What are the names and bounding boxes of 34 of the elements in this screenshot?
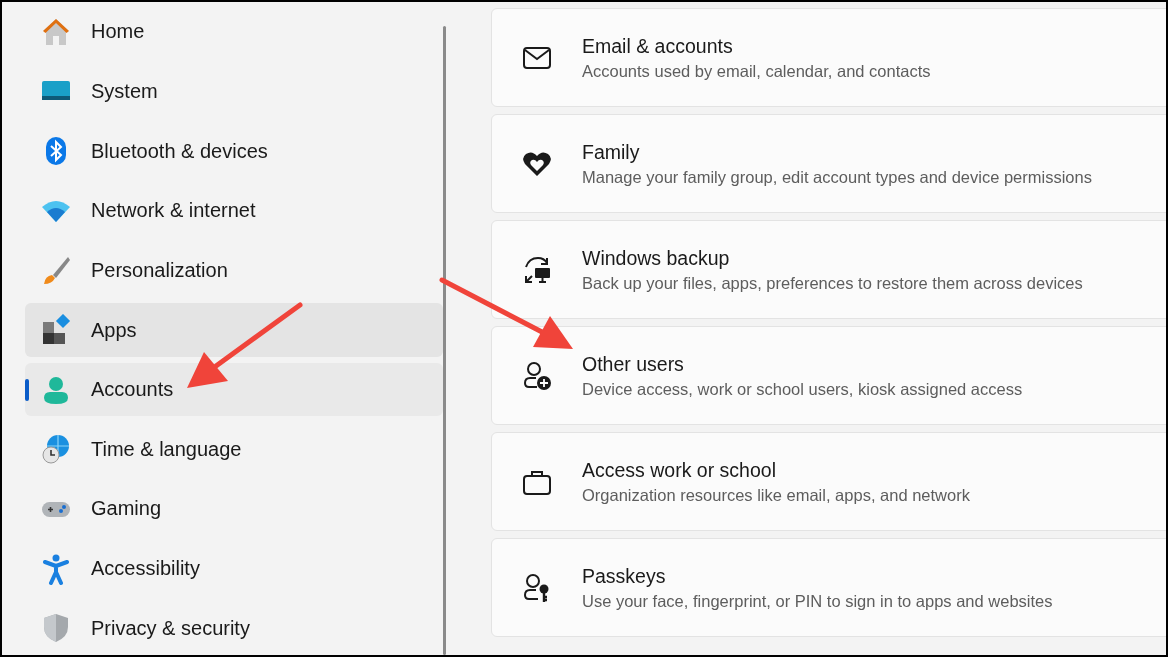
scrollbar[interactable] — [443, 26, 446, 655]
card-title: Passkeys — [582, 564, 667, 588]
settings-card[interactable]: Email & accounts Accounts used by email, calendar, and contacts — [491, 8, 1166, 107]
person-add-icon — [521, 359, 553, 392]
nav-item[interactable]: Network & internet — [25, 183, 443, 238]
card-title: Email & accounts — [582, 34, 734, 58]
settings-card[interactable]: Family Manage your family group, edit account types and device permissions — [491, 114, 1166, 213]
nav-item[interactable]: Privacy & security — [25, 601, 443, 655]
card-description: Device access, work or school users, kiosk assigned access — [582, 379, 1023, 399]
card-title: Windows backup — [582, 246, 731, 270]
apps-icon — [40, 314, 72, 346]
settings-card[interactable]: Windows backup Back up your files, apps, preferences to restore them across devices — [491, 220, 1166, 319]
nav-item[interactable]: Accounts — [25, 362, 443, 417]
nav-item[interactable]: System — [25, 64, 443, 119]
nav-item[interactable]: Accessibility — [25, 541, 443, 596]
nav-item[interactable]: Bluetooth & devices — [25, 124, 443, 178]
settings-card[interactable]: Other users Device access, work or school users, kiosk assigned access — [491, 326, 1166, 425]
card-description: Manage your family group, edit account types and device permissions — [582, 167, 1092, 187]
card-description: Back up your files, apps, preferences to restore them across devices — [582, 273, 1083, 293]
accessibility-icon — [40, 552, 72, 585]
card-description: Use your face, fingerprint, or PIN to sign in to apps and websites — [582, 591, 1053, 611]
settings-card[interactable]: Access work or school Organization resources like email, apps, and network — [491, 432, 1166, 531]
nav-item[interactable]: Apps — [25, 303, 443, 357]
card-title: Family — [582, 140, 641, 164]
globe-clock-icon — [40, 433, 72, 466]
settings-card[interactable]: Passkeys Use your face, fingerprint, or PIN to sign in to apps and websites — [491, 538, 1166, 637]
card-title: Other users — [582, 352, 685, 376]
nav-item[interactable]: Gaming — [25, 482, 443, 536]
nav-item[interactable]: Home — [25, 5, 443, 59]
card-description: Organization resources like email, apps, and network — [582, 485, 970, 505]
nav-item[interactable]: Personalization — [25, 243, 443, 298]
nav-item[interactable]: Time & language — [25, 422, 443, 477]
card-description: Accounts used by email, calendar, and contacts — [582, 61, 931, 81]
card-title: Access work or school — [582, 458, 777, 482]
